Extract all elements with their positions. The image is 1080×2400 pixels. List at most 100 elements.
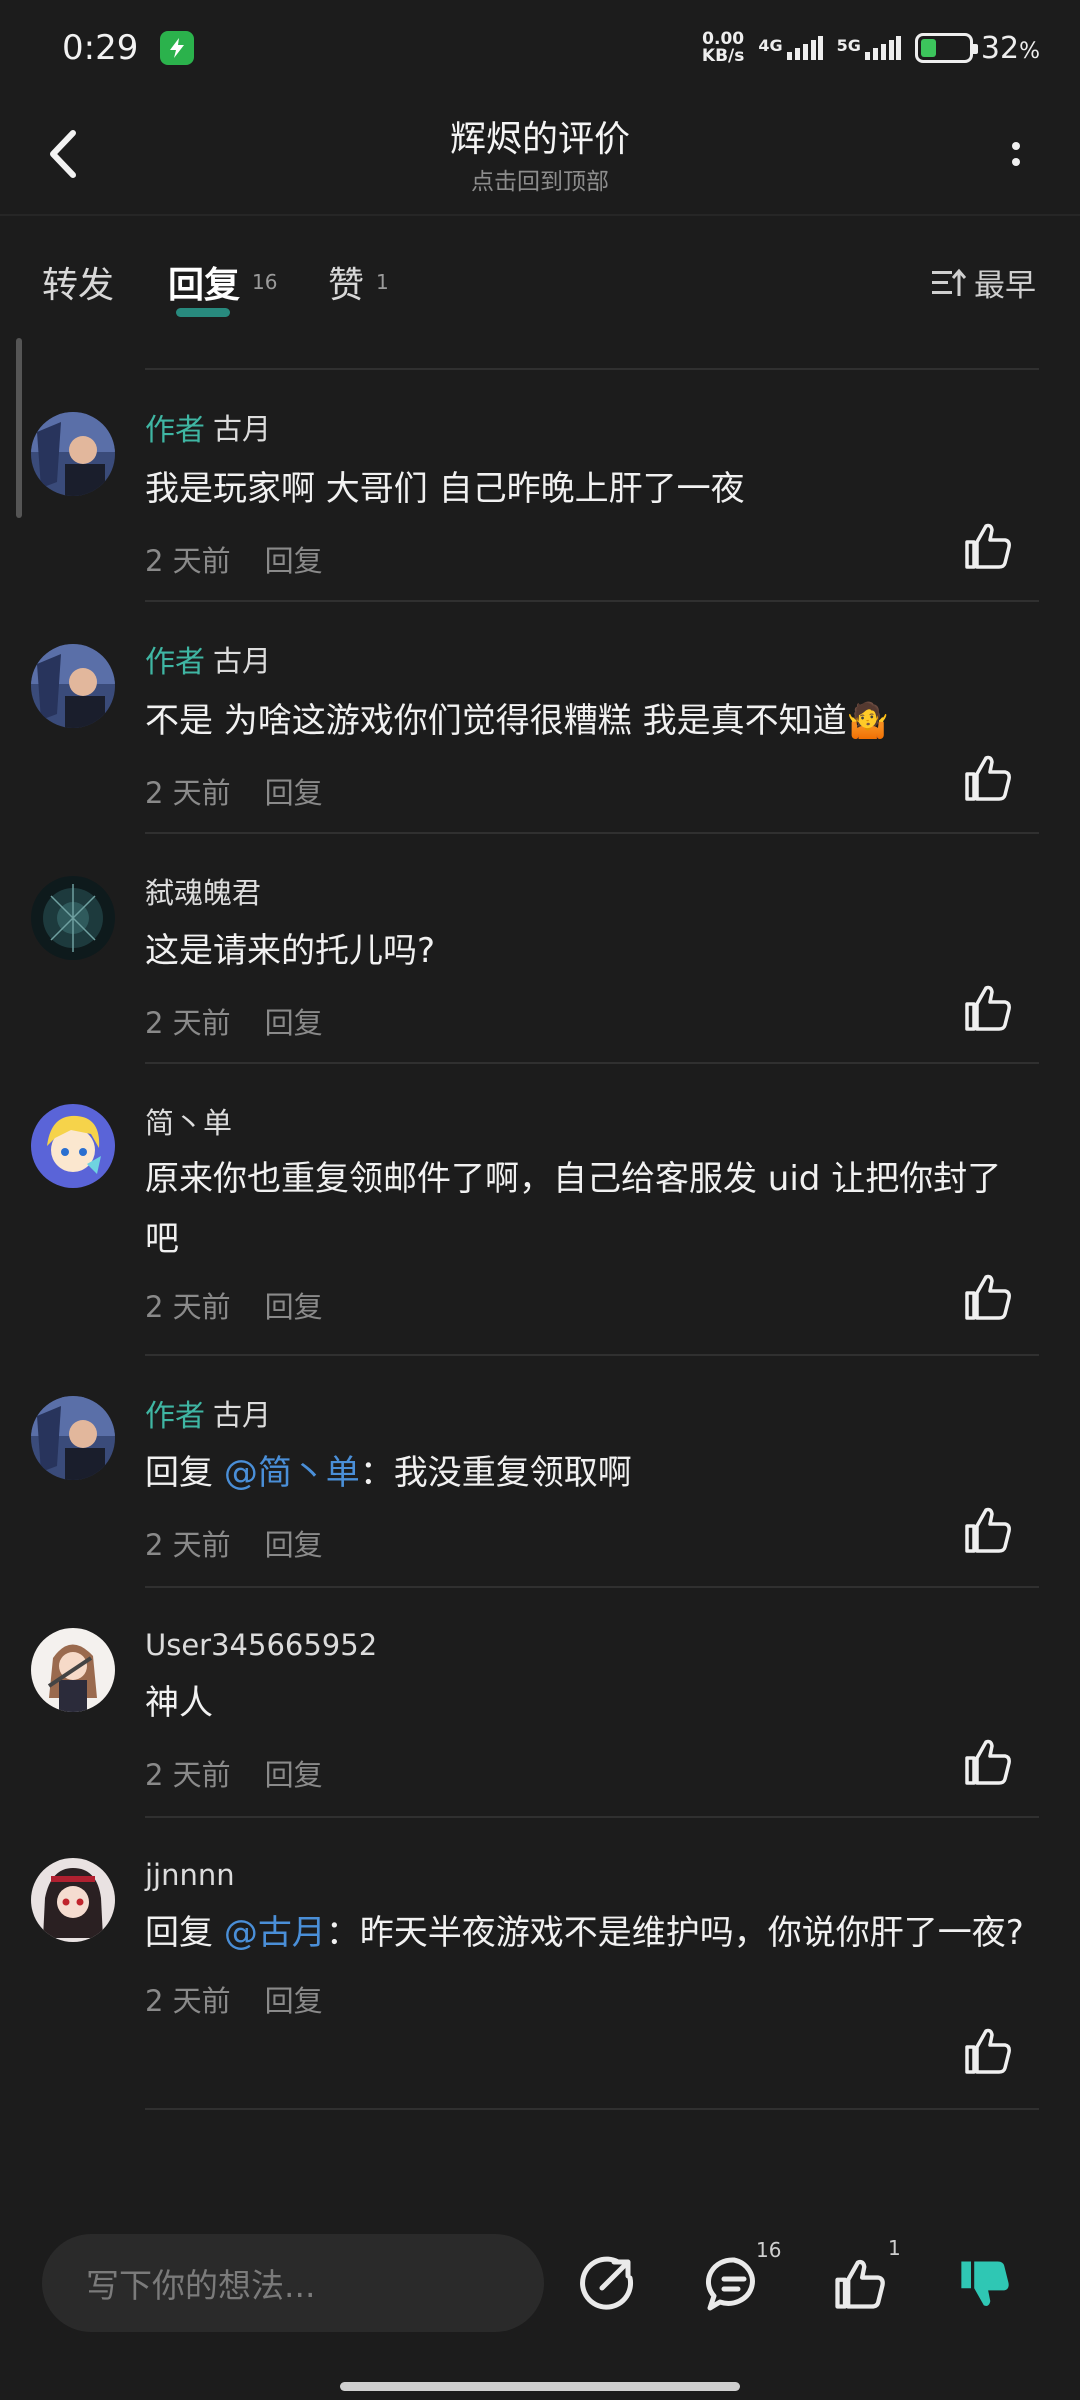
avatar[interactable] xyxy=(31,644,115,728)
timestamp: 2 天前 xyxy=(145,776,231,810)
avatar[interactable] xyxy=(31,1858,115,1942)
thumbs-up-icon[interactable] xyxy=(960,518,1016,574)
like-count: 1 xyxy=(888,2236,901,2260)
status-time: 0:29 xyxy=(62,28,139,68)
comment-header: 作者 古月 xyxy=(145,1392,1038,1434)
avatar[interactable] xyxy=(31,1396,115,1480)
signal-4g: 4G xyxy=(758,36,823,60)
like-count: 1 xyxy=(376,270,389,294)
username[interactable]: 古月 xyxy=(213,1392,271,1434)
username[interactable]: User345665952 xyxy=(145,1628,377,1662)
thumbs-down-icon[interactable] xyxy=(956,2254,1016,2314)
reply-button[interactable]: 回复 xyxy=(265,1978,323,2020)
tab-forward[interactable]: 转发 xyxy=(42,256,114,308)
tab-like[interactable]: 赞 1 xyxy=(328,256,389,308)
scroll-to-top-hint[interactable]: 点击回到顶部 xyxy=(0,162,1080,196)
comment-header: 作者 古月 xyxy=(145,638,1038,680)
charging-app-icon xyxy=(160,31,195,65)
thumbs-up-icon[interactable] xyxy=(960,980,1016,1036)
timestamp: 2 天前 xyxy=(145,544,231,578)
comment-input[interactable]: 写下你的想法... xyxy=(42,2234,544,2332)
signal-bars-icon xyxy=(786,36,823,60)
more-vertical-icon xyxy=(1012,142,1020,150)
thumbs-up-icon[interactable] xyxy=(960,1502,1016,1558)
thumbs-up-icon[interactable] xyxy=(960,1734,1016,1790)
bottom-action-bar: 写下你的想法... 16 1 xyxy=(0,2204,1080,2400)
more-button[interactable] xyxy=(988,126,1044,182)
username[interactable]: 简丶单 xyxy=(145,1100,232,1142)
comment-meta: 2 天前 回复 xyxy=(145,1513,1038,1573)
comment-item: 作者 古月 我是玩家啊 大哥们 自己昨晚上肝了一夜 2 天前 回复 xyxy=(0,370,1080,600)
battery-percent: 32 xyxy=(980,30,1020,66)
avatar[interactable] xyxy=(31,412,115,496)
tab-reply[interactable]: 回复 16 xyxy=(168,256,278,317)
username[interactable]: jjnnnn xyxy=(145,1858,235,1892)
reply-button[interactable]: 回复 xyxy=(265,538,323,580)
username[interactable]: 弑魂魄君 xyxy=(145,870,261,912)
avatar[interactable] xyxy=(31,1628,115,1712)
divider xyxy=(145,2108,1039,2110)
battery-icon xyxy=(914,33,978,63)
comment-icon[interactable] xyxy=(704,2254,764,2314)
comment-meta: 2 天前 回复 xyxy=(145,761,1038,821)
timestamp: 2 天前 xyxy=(145,1290,231,1324)
reply-count: 16 xyxy=(252,270,278,294)
mention-link[interactable]: @古月 xyxy=(224,1913,326,1953)
reply-button[interactable]: 回复 xyxy=(265,1752,323,1794)
signal-5g: 5G xyxy=(837,36,901,60)
comment-item: 简丶单 原来你也重复领邮件了啊，自己给客服发 uid 让把你封了吧 2 天前 回… xyxy=(0,1064,1080,1354)
comment-header: 作者 古月 xyxy=(145,406,1038,448)
comment-item: 弑魂魄君 这是请来的托儿吗? 2 天前 回复 xyxy=(0,834,1080,1062)
comment-meta: 2 天前 回复 xyxy=(145,1969,1038,2029)
comment-meta: 2 天前 回复 xyxy=(145,991,1038,1051)
comment-meta: 2 天前 回复 xyxy=(145,529,1038,589)
timestamp: 2 天前 xyxy=(145,1984,231,2018)
sort-button[interactable]: 最早 xyxy=(932,260,1036,305)
comment-text: 回复 @古月：昨天半夜游戏不是维护吗，你说你肝了一夜? xyxy=(145,1913,1024,1953)
username[interactable]: 古月 xyxy=(213,638,271,680)
comment-item: 作者 古月 不是 为啥这游戏你们觉得很糟糕 我是真不知道🤷 2 天前 回复 xyxy=(0,602,1080,832)
thumbs-up-icon[interactable] xyxy=(830,2254,890,2314)
avatar[interactable] xyxy=(31,876,115,960)
share-icon[interactable] xyxy=(578,2254,638,2314)
status-indicators: 0.00 KB/s 4G 5G 32% xyxy=(702,31,1040,66)
sort-icon xyxy=(932,268,966,296)
header: 辉烬的评价 点击回到顶部 xyxy=(0,96,1080,216)
reply-button[interactable]: 回复 xyxy=(265,770,323,812)
network-speed: 0.00 KB/s xyxy=(701,29,745,66)
status-bar: 0:29 0.00 KB/s 4G 5G 32% xyxy=(0,0,1080,96)
comment-header: 简丶单 xyxy=(145,1101,1038,1141)
comment-text: 不是 为啥这游戏你们觉得很糟糕 我是真不知道🤷 xyxy=(145,701,889,741)
comment-text: 我是玩家啊 大哥们 自己昨晚上肝了一夜 xyxy=(145,469,745,509)
reply-button[interactable]: 回复 xyxy=(265,1000,323,1042)
battery: 32% xyxy=(914,30,1040,66)
home-indicator[interactable] xyxy=(340,2382,740,2391)
comment-input-placeholder: 写下你的想法... xyxy=(86,2266,316,2305)
signal-bars-icon xyxy=(864,36,901,60)
comment-list: 作者 古月 我是玩家啊 大哥们 自己昨晚上肝了一夜 2 天前 回复 作者 古月 … xyxy=(0,368,1080,2110)
thumbs-up-icon[interactable] xyxy=(960,2023,1016,2079)
comment-header: jjnnnn xyxy=(145,1855,1038,1895)
comment-item: 作者 古月 回复 @简丶单：我没重复领取啊 2 天前 回复 xyxy=(0,1356,1080,1586)
reply-button[interactable]: 回复 xyxy=(265,1522,323,1564)
reply-button[interactable]: 回复 xyxy=(265,1284,323,1326)
username[interactable]: 古月 xyxy=(213,406,271,448)
timestamp: 2 天前 xyxy=(145,1528,231,1562)
comment-text: 回复 @简丶单：我没重复领取啊 xyxy=(145,1453,632,1493)
comment-text: 神人 xyxy=(145,1683,213,1723)
thumbs-up-icon[interactable] xyxy=(960,1269,1016,1325)
thumbs-up-icon[interactable] xyxy=(960,750,1016,806)
author-badge: 作者 xyxy=(145,1399,205,1434)
comment-meta: 2 天前 回复 xyxy=(145,1275,1038,1335)
tab-active-indicator xyxy=(176,308,230,317)
comment-header: 弑魂魄君 xyxy=(145,871,1038,911)
timestamp: 2 天前 xyxy=(145,1758,231,1792)
mention-link[interactable]: @简丶单 xyxy=(224,1453,360,1493)
author-badge: 作者 xyxy=(145,645,205,680)
comment-item: User345665952 神人 2 天前 回复 xyxy=(0,1588,1080,1816)
comment-meta: 2 天前 回复 xyxy=(145,1743,1038,1803)
emoji: 🤷 xyxy=(846,701,889,741)
page-title[interactable]: 辉烬的评价 xyxy=(0,110,1080,162)
timestamp: 2 天前 xyxy=(145,1006,231,1040)
avatar[interactable] xyxy=(31,1104,115,1188)
